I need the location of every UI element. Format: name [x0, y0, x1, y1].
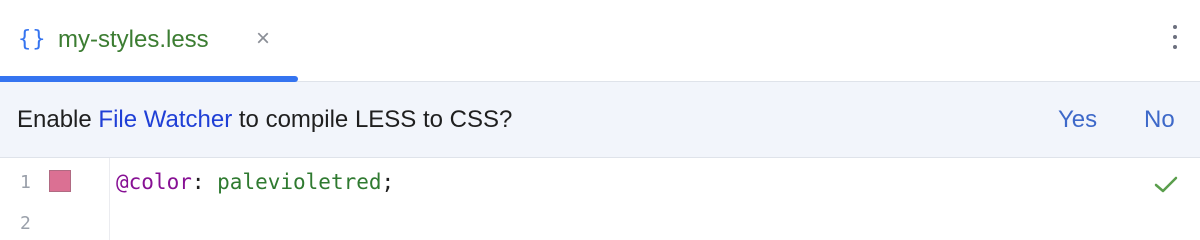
- file-watcher-link[interactable]: File Watcher: [98, 106, 232, 133]
- line-number: 2: [20, 213, 31, 234]
- color-preview-swatch[interactable]: [49, 170, 71, 192]
- line-number: 1: [20, 172, 31, 193]
- message-suffix: to compile LESS to CSS?: [232, 106, 513, 133]
- color-value: palevioletred: [217, 170, 382, 194]
- tab-label: my-styles.less: [58, 26, 209, 53]
- editor-gutter: 1 2: [0, 158, 110, 240]
- less-variable: @color: [116, 170, 192, 194]
- editor-window: {} my-styles.less × Enable File Watcher …: [0, 0, 1200, 240]
- code-editor[interactable]: 1 2 @color: palevioletred;: [0, 158, 1200, 240]
- curly-braces-icon: {}: [18, 27, 47, 52]
- tab-my-styles-less[interactable]: {} my-styles.less ×: [0, 0, 298, 82]
- message-prefix: Enable: [17, 106, 99, 133]
- no-button[interactable]: No: [1144, 106, 1175, 134]
- close-icon[interactable]: ×: [256, 27, 270, 51]
- file-watcher-notification: Enable File Watcher to compile LESS to C…: [0, 82, 1200, 158]
- yes-button[interactable]: Yes: [1058, 106, 1097, 134]
- more-options-icon[interactable]: [1172, 25, 1178, 55]
- check-icon[interactable]: [1154, 176, 1178, 194]
- notification-message: Enable File Watcher to compile LESS to C…: [17, 106, 512, 134]
- colon-token: :: [191, 170, 218, 194]
- tab-bar: {} my-styles.less ×: [0, 0, 1200, 82]
- code-line-1[interactable]: @color: palevioletred;: [116, 170, 394, 194]
- semicolon-token: ;: [381, 170, 395, 194]
